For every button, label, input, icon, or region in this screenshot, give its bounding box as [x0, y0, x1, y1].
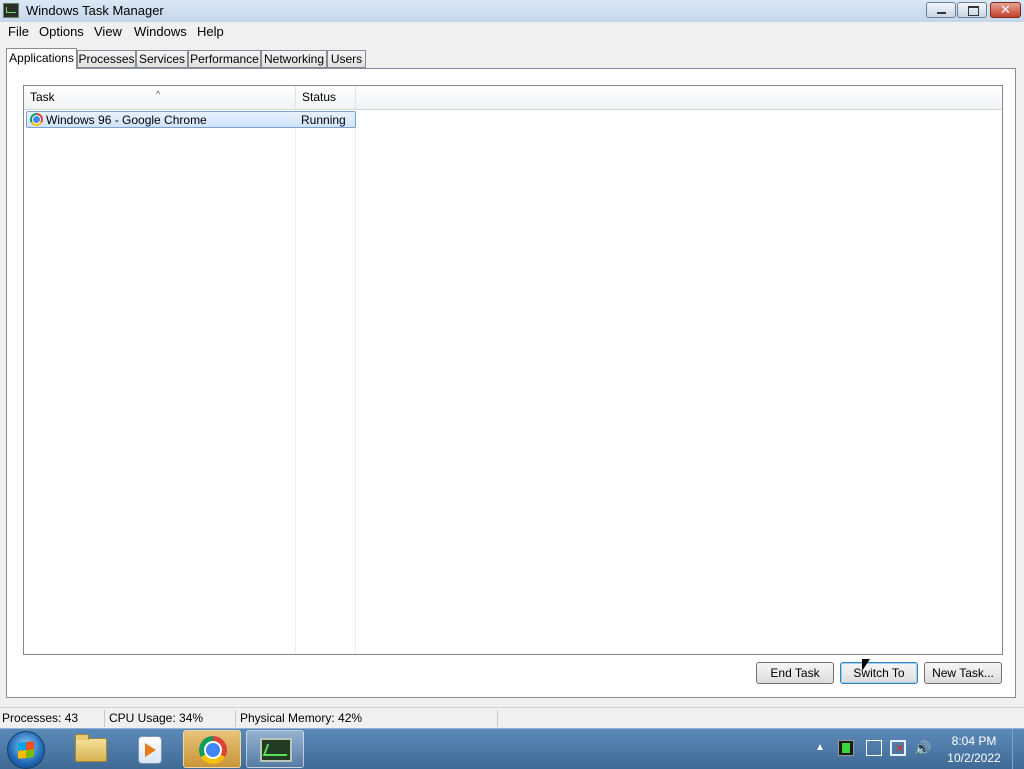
volume-icon[interactable]: 🔊: [914, 740, 931, 756]
cpu-meter-icon[interactable]: [838, 740, 854, 756]
tab-services[interactable]: Services: [136, 50, 188, 68]
column-divider: [355, 109, 356, 654]
close-icon: ✕: [1000, 2, 1011, 17]
clock-date[interactable]: 10/2/2022: [942, 751, 1006, 765]
restore-icon: [968, 6, 979, 16]
status-divider: [104, 710, 105, 727]
window-title: Windows Task Manager: [26, 3, 164, 18]
tab-performance[interactable]: Performance: [188, 50, 261, 68]
status-cpu-usage: CPU Usage: 34%: [109, 711, 204, 725]
minimize-button[interactable]: [926, 2, 956, 18]
tab-applications[interactable]: Applications: [6, 48, 77, 69]
taskbar-chrome-button[interactable]: [183, 730, 241, 768]
switch-to-button[interactable]: Switch To: [840, 662, 918, 684]
taskbar-explorer-button[interactable]: [60, 730, 118, 768]
applications-list[interactable]: Task ^ Status Windows 96 - Google Chrome…: [23, 85, 1003, 655]
sort-ascending-icon: ^: [156, 89, 161, 99]
task-manager-icon: [3, 3, 19, 18]
row-task-name: Windows 96 - Google Chrome: [46, 113, 207, 127]
title-bar: Windows Task Manager ✕: [0, 0, 1024, 23]
menu-help[interactable]: Help: [196, 24, 225, 39]
status-processes: Processes: 43: [2, 711, 79, 725]
menu-file[interactable]: File: [7, 24, 30, 39]
status-physical-memory: Physical Memory: 42%: [240, 711, 363, 725]
taskbar-task-manager-button[interactable]: [246, 730, 304, 768]
close-button[interactable]: ✕: [990, 2, 1021, 18]
menu-windows[interactable]: Windows: [133, 24, 188, 39]
column-divider: [295, 109, 296, 654]
google-chrome-icon: [199, 736, 227, 764]
taskbar: ▲ 🔊 8:04 PM 10/2/2022: [0, 728, 1024, 769]
status-divider: [497, 710, 498, 727]
google-chrome-icon: [30, 113, 43, 126]
menu-options[interactable]: Options: [38, 24, 85, 39]
column-header-task[interactable]: Task ^: [24, 86, 296, 109]
column-header-status-label: Status: [302, 90, 337, 104]
show-desktop-button[interactable]: [1012, 729, 1024, 769]
menu-view[interactable]: View: [93, 24, 123, 39]
task-manager-icon: [260, 738, 292, 762]
taskbar-media-player-button[interactable]: [120, 730, 178, 768]
action-center-icon[interactable]: [866, 740, 882, 756]
windows-explorer-icon: [75, 734, 107, 762]
column-header-status[interactable]: Status: [296, 86, 356, 109]
tab-processes[interactable]: Processes: [77, 50, 136, 68]
row-status: Running: [301, 113, 346, 127]
list-header: Task ^ Status: [24, 86, 1002, 110]
column-header-task-label: Task: [30, 90, 55, 104]
clock-time[interactable]: 8:04 PM: [942, 734, 1006, 748]
windows-logo-icon: [18, 741, 34, 759]
status-bar: Processes: 43 CPU Usage: 34% Physical Me…: [0, 707, 1024, 729]
table-row[interactable]: Windows 96 - Google Chrome Running: [26, 111, 356, 128]
network-disconnected-icon[interactable]: [890, 740, 906, 756]
tab-networking[interactable]: Networking: [261, 50, 327, 68]
new-task-button[interactable]: New Task...: [924, 662, 1002, 684]
status-divider: [235, 710, 236, 727]
restore-button[interactable]: [957, 2, 987, 18]
end-task-button[interactable]: End Task: [756, 662, 834, 684]
start-button[interactable]: [7, 731, 45, 769]
menu-bar: File Options View Windows Help: [0, 22, 1024, 42]
media-player-icon: [138, 736, 162, 764]
minimize-icon: [937, 12, 946, 14]
show-hidden-icons-button[interactable]: ▲: [815, 742, 825, 753]
tab-users[interactable]: Users: [327, 50, 366, 68]
